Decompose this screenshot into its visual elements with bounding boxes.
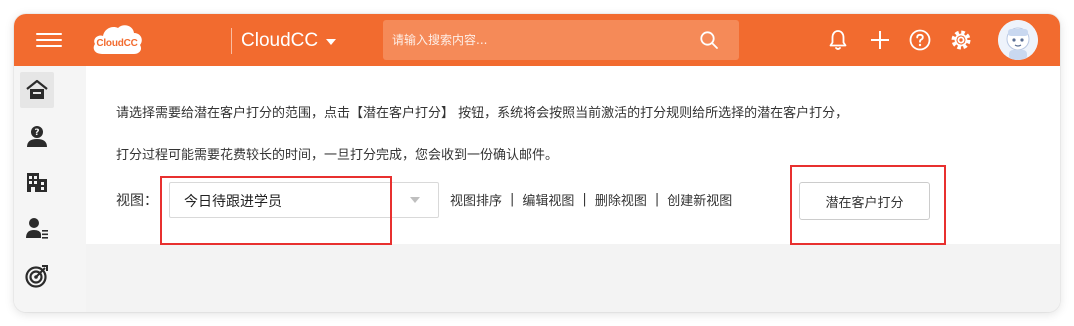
edit-view-link[interactable]: 编辑视图	[522, 190, 574, 209]
sidebar-item-leads[interactable]	[20, 210, 54, 246]
bell-icon[interactable]	[826, 28, 850, 52]
view-label: 视图：	[116, 193, 158, 209]
view-select-value: 今日待跟进学员	[184, 194, 282, 210]
link-separator: |	[510, 192, 515, 207]
global-search	[383, 20, 739, 60]
lead-scoring-panel: 请选择需要给潜在客户打分的范围，点击【潜在客户打分】 按钮，系统将会按照当前激活…	[86, 66, 1060, 245]
create-view-link[interactable]: 创建新视图	[667, 190, 732, 209]
contact-question-icon: ?	[27, 126, 47, 147]
sidebar-item-targets[interactable]	[20, 258, 54, 294]
search-input[interactable]	[383, 20, 692, 60]
instruction-line-1: 请选择需要给潜在客户打分的范围，点击【潜在客户打分】 按钮，系统将会按照当前激活…	[116, 106, 849, 121]
sidebar-item-contacts[interactable]: ?	[20, 118, 54, 154]
app-name: CloudCC	[241, 30, 319, 51]
cloudcc-logo[interactable]: CloudCC	[90, 22, 144, 58]
chevron-down-icon	[410, 197, 420, 203]
search-icon[interactable]	[699, 30, 719, 50]
menu-icon[interactable]	[36, 30, 62, 50]
view-select[interactable]: 今日待跟进学员	[169, 182, 439, 218]
instruction-line-2: 打分过程可能需要花费较长的时间，一旦打分完成，您会收到一份确认邮件。	[116, 148, 559, 163]
app-switcher[interactable]: CloudCC	[241, 28, 337, 54]
header-divider	[231, 28, 232, 54]
left-sidebar: ?	[14, 66, 86, 312]
sidebar-item-accounts[interactable]	[20, 164, 54, 200]
home-icon	[26, 79, 48, 99]
score-leads-button[interactable]: 潜在客户打分	[799, 182, 930, 220]
logo-text: CloudCC	[96, 38, 138, 49]
top-navigation-bar: CloudCC CloudCC	[14, 14, 1060, 66]
sidebar-item-home[interactable]	[20, 72, 54, 108]
target-icon	[25, 265, 48, 288]
chevron-down-icon	[326, 39, 337, 45]
main-content: 请选择需要给潜在客户打分的范围，点击【潜在客户打分】 按钮，系统将会按照当前激活…	[86, 66, 1060, 312]
plus-icon[interactable]	[868, 28, 892, 52]
app-window: CloudCC CloudCC 请输入搜索内容... ? 请选择需要给潜在客户打…	[14, 14, 1060, 312]
building-icon	[27, 173, 47, 192]
view-actions: 视图排序 | 编辑视图 | 删除视图 | 创建新视图	[450, 190, 732, 209]
link-separator: |	[582, 192, 587, 207]
help-icon[interactable]	[908, 28, 932, 52]
svg-text:?: ?	[34, 128, 39, 138]
delete-view-link[interactable]: 删除视图	[595, 190, 647, 209]
sort-views-link[interactable]: 视图排序	[450, 190, 502, 209]
avatar[interactable]	[998, 20, 1038, 60]
user-avatar-icon	[998, 20, 1038, 60]
person-list-icon	[26, 218, 48, 239]
link-separator: |	[654, 192, 660, 207]
gear-icon[interactable]	[949, 28, 973, 52]
